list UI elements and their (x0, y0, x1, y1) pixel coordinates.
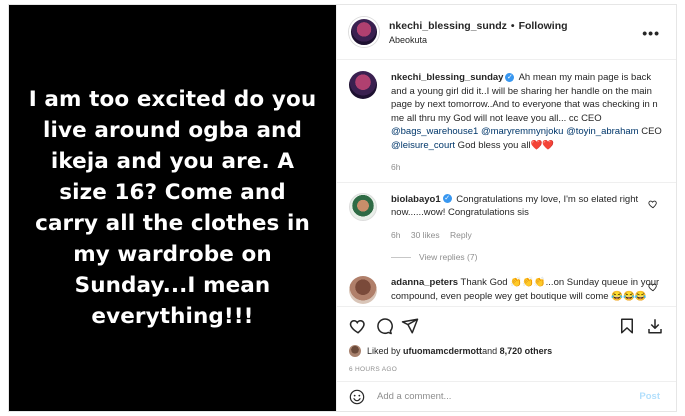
post-header: nkechi_blessing_sundz • Following Abeoku… (337, 5, 676, 60)
likes-count[interactable]: 8,720 others (500, 346, 553, 356)
likes-middle: and (482, 346, 498, 356)
add-comment-bar: Post (337, 381, 676, 411)
comment-username[interactable]: adanna_peters (391, 277, 458, 288)
view-replies-label[interactable]: View replies (7) (419, 252, 477, 262)
like-heart-icon[interactable] (349, 317, 367, 335)
like-comment-heart-icon[interactable] (648, 282, 658, 292)
comment-body: adanna_peters Thank God 👏👏👏...on Sunday … (391, 276, 664, 304)
verified-badge-icon: ✓ (442, 194, 452, 204)
header-line: nkechi_blessing_sundz • Following (389, 20, 568, 32)
emoji-icon[interactable] (349, 389, 365, 405)
caption-meta: 6h (391, 161, 664, 175)
mention-link[interactable]: @maryremmynjoku (481, 126, 564, 137)
header-text: nkechi_blessing_sundz • Following Abeoku… (389, 20, 568, 45)
comment-likes[interactable]: 30 likes (411, 230, 440, 240)
post-media[interactable]: I am too excited do you live around ogba… (9, 5, 336, 411)
caption-body: nkechi_blessing_sunday ✓ Ah mean my main … (391, 71, 664, 175)
comments-section: nkechi_blessing_sunday ✓ Ah mean my main … (337, 61, 676, 306)
caption-text-2: CEO (638, 126, 662, 137)
mention-link[interactable]: @leisure_court (391, 140, 455, 151)
view-replies-link[interactable]: View replies (7) (391, 252, 664, 262)
download-icon[interactable] (646, 317, 664, 335)
post-sidebar: nkechi_blessing_sundz • Following Abeoku… (336, 5, 676, 411)
comment-bubble-icon[interactable] (375, 317, 393, 335)
comment-time[interactable]: 6h (391, 230, 400, 240)
post-comment-button[interactable]: Post (639, 391, 660, 402)
share-paper-plane-icon[interactable] (401, 317, 419, 335)
caption-time[interactable]: 6h (391, 162, 400, 172)
likes-summary: Liked by ufuomamcdermott and 8,720 other… (349, 345, 552, 357)
post-location[interactable]: Abeokuta (389, 35, 568, 45)
author-username[interactable]: nkechi_blessing_sundz (389, 20, 507, 32)
header-separator: • (510, 19, 515, 32)
post-actions (337, 306, 676, 344)
comment-item: adanna_peters Thank God 👏👏👏...on Sunday … (349, 276, 664, 304)
like-comment-heart-icon[interactable] (648, 199, 658, 209)
save-bookmark-icon[interactable] (618, 317, 636, 335)
more-options-icon[interactable]: ••• (642, 25, 660, 41)
heart-emoji: ❤️❤️ (530, 139, 555, 151)
caption-avatar[interactable] (349, 71, 377, 99)
post-container: I am too excited do you live around ogba… (8, 4, 677, 412)
comment-body: biolabayo1 ✓ Congratulations my love, I'm… (391, 193, 664, 243)
comment-avatar[interactable] (349, 192, 377, 221)
media-text: I am too excited do you live around ogba… (28, 87, 317, 329)
follow-status[interactable]: Following (519, 20, 568, 32)
comment-meta: 6h 30 likes Reply (391, 229, 664, 243)
comment-username[interactable]: biolabayo1 (391, 194, 441, 205)
caption: nkechi_blessing_sunday ✓ Ah mean my main … (349, 71, 664, 175)
mention-link[interactable]: @toyin_abraham (566, 126, 639, 137)
replies-line (391, 256, 411, 258)
post-timestamp[interactable]: 6 HOURS AGO (349, 366, 397, 373)
mention-link[interactable]: @bags_warehouse1 (391, 126, 478, 137)
caption-username[interactable]: nkechi_blessing_sunday (391, 72, 503, 83)
comment-avatar[interactable] (349, 276, 377, 304)
liker-username[interactable]: ufuomamcdermott (403, 346, 482, 356)
author-avatar[interactable] (349, 17, 379, 47)
comment-item: biolabayo1 ✓ Congratulations my love, I'm… (349, 192, 664, 243)
verified-badge-icon: ✓ (505, 72, 515, 82)
divider (337, 175, 676, 183)
caption-text-3: God bless you all (455, 139, 531, 151)
reply-button[interactable]: Reply (450, 230, 472, 240)
liker-avatar[interactable] (349, 345, 361, 357)
likes-prefix: Liked by (367, 346, 401, 356)
comment-input[interactable] (377, 391, 627, 402)
